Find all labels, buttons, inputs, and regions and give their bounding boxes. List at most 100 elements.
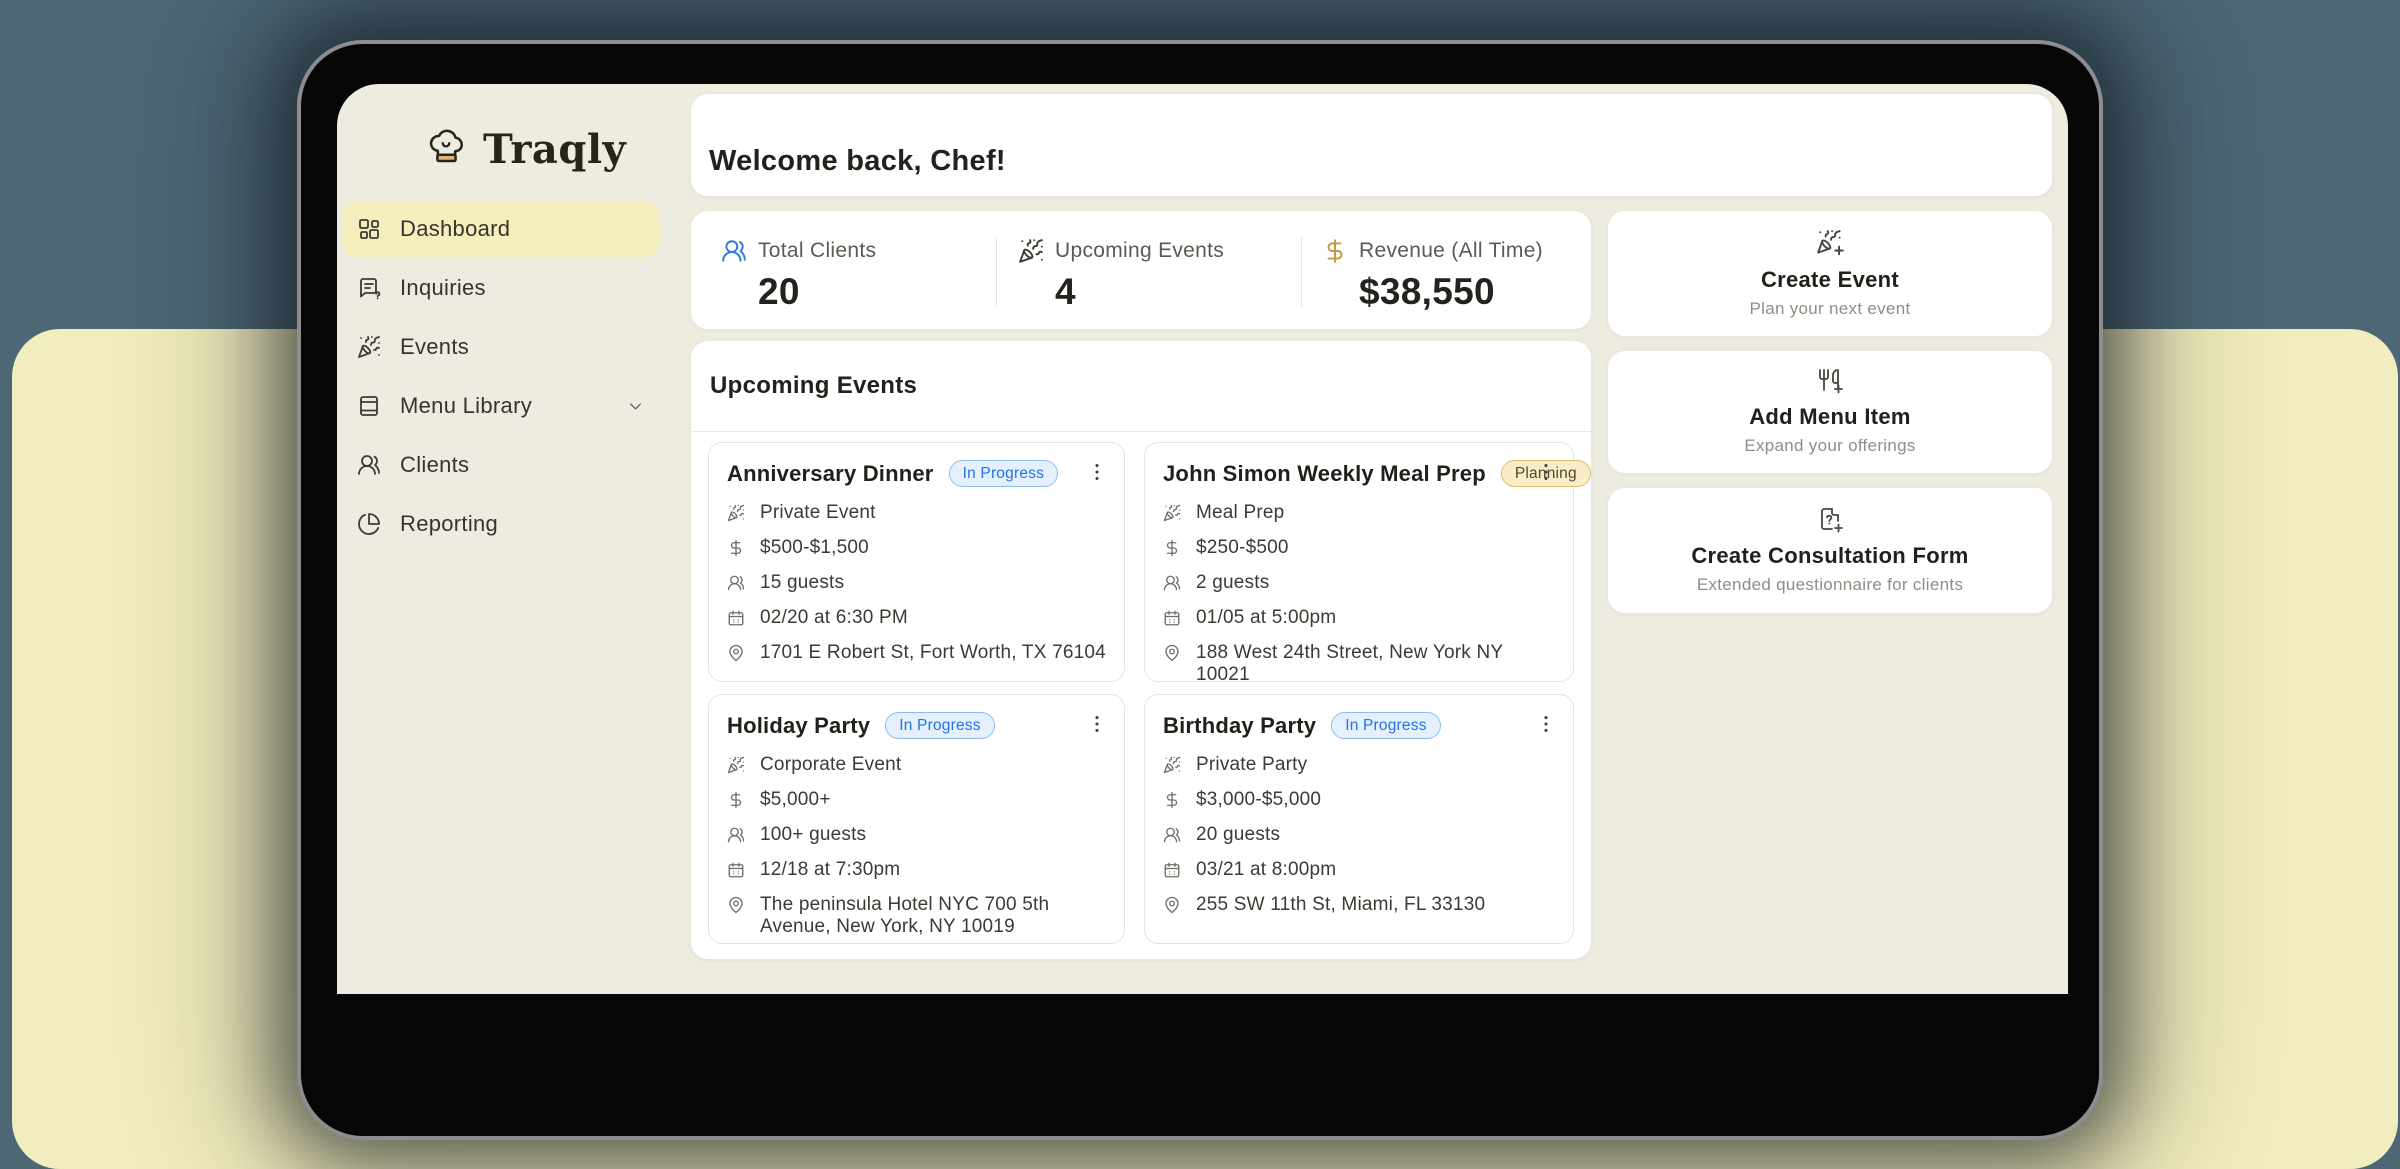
event-card: John Simon Weekly Meal Prep Planning Mea…: [1144, 442, 1574, 682]
event-datetime: 12/18 at 7:30pm: [760, 859, 900, 881]
sidebar-item-inquiries[interactable]: Inquiries: [342, 260, 660, 316]
map-pin-icon: [727, 896, 745, 914]
calendar-icon: [727, 861, 745, 879]
sidebar-item-events[interactable]: Events: [342, 319, 660, 375]
event-datetime: 03/21 at 8:00pm: [1196, 859, 1336, 881]
events-grid: Anniversary Dinner In Progress Private E…: [708, 442, 1574, 944]
quick-action-title: Create Event: [1761, 267, 1899, 293]
stat-label: Upcoming Events: [1055, 239, 1224, 263]
event-type: Meal Prep: [1196, 502, 1284, 524]
event-guests: 15 guests: [760, 572, 844, 594]
event-budget: $500-$1,500: [760, 537, 869, 559]
status-badge: In Progress: [1331, 712, 1440, 739]
welcome-card: Welcome back, Chef!: [690, 93, 2053, 197]
event-card: Birthday Party In Progress Private Party…: [1144, 694, 1574, 944]
sidebar: Traqly Dashboard Inquiries Events Menu L…: [337, 84, 690, 994]
app-screen: Traqly Dashboard Inquiries Events Menu L…: [337, 84, 2068, 994]
event-type: Private Event: [760, 502, 876, 524]
quick-action-subtitle: Expand your offerings: [1744, 436, 1915, 456]
sidebar-item-label: Menu Library: [400, 393, 532, 419]
quick-action-add-menu-item[interactable]: Add Menu Item Expand your offerings: [1607, 350, 2053, 474]
event-title: John Simon Weekly Meal Prep: [1163, 461, 1486, 487]
event-guests: 20 guests: [1196, 824, 1280, 846]
stat-label: Total Clients: [758, 239, 876, 263]
sidebar-item-menu-library[interactable]: Menu Library: [342, 378, 660, 434]
quick-action-create-event[interactable]: Create Event Plan your next event: [1607, 210, 2053, 337]
calendar-icon: [727, 609, 745, 627]
users-icon: [727, 574, 745, 592]
kebab-menu-button[interactable]: [1086, 709, 1116, 739]
sidebar-item-label: Reporting: [400, 511, 498, 537]
users-icon: [727, 826, 745, 844]
map-pin-icon: [1163, 896, 1181, 914]
file-question-plus-icon: [1817, 507, 1844, 534]
event-card: Anniversary Dinner In Progress Private E…: [708, 442, 1125, 682]
message-question-icon: [357, 276, 381, 300]
event-card: Holiday Party In Progress Corporate Even…: [708, 694, 1125, 944]
event-guests: 2 guests: [1196, 572, 1269, 594]
quick-action-title: Add Menu Item: [1749, 404, 1911, 430]
event-title: Birthday Party: [1163, 713, 1316, 739]
event-budget: $5,000+: [760, 789, 831, 811]
quick-action-create-consultation-form[interactable]: Create Consultation Form Extended questi…: [1607, 487, 2053, 614]
status-badge: In Progress: [885, 712, 994, 739]
stat-divider: [1301, 237, 1302, 307]
sidebar-item-clients[interactable]: Clients: [342, 437, 660, 493]
book-icon: [357, 394, 381, 418]
sidebar-item-label: Events: [400, 334, 469, 360]
kebab-menu-button[interactable]: [1535, 709, 1565, 739]
users-icon: [721, 238, 747, 264]
brand-name: Traqly: [483, 126, 626, 173]
users-icon: [1163, 826, 1181, 844]
quick-action-subtitle: Plan your next event: [1750, 299, 1911, 319]
sidebar-item-label: Clients: [400, 452, 469, 478]
party-popper-icon: [1163, 756, 1181, 774]
dollar-icon: [1322, 238, 1348, 264]
event-location: 1701 E Robert St, Fort Worth, TX 76104: [760, 642, 1106, 664]
layout-dashboard-icon: [357, 217, 381, 241]
sidebar-item-dashboard[interactable]: Dashboard: [342, 201, 660, 257]
utensils-plus-icon: [1817, 368, 1844, 395]
stat-value: 20: [758, 271, 876, 313]
section-header: Upcoming Events: [691, 341, 1591, 432]
status-badge: In Progress: [949, 460, 1058, 487]
event-type: Corporate Event: [760, 754, 901, 776]
party-popper-icon: [727, 504, 745, 522]
map-pin-icon: [727, 644, 745, 662]
users-icon: [357, 453, 381, 477]
users-icon: [1163, 574, 1181, 592]
dollar-icon: [727, 791, 745, 809]
dollar-icon: [1163, 539, 1181, 557]
event-datetime: 01/05 at 5:00pm: [1196, 607, 1336, 629]
sidebar-nav: Dashboard Inquiries Events Menu Library …: [342, 201, 660, 555]
kebab-menu-button[interactable]: [1535, 457, 1565, 487]
stat-upcoming-events: Upcoming Events 4: [1018, 211, 1224, 329]
sidebar-item-label: Dashboard: [400, 216, 510, 242]
upcoming-events-section: Upcoming Events Anniversary Dinner In Pr…: [690, 340, 1592, 960]
event-location: 255 SW 11th St, Miami, FL 33130: [1196, 894, 1485, 916]
party-popper-plus-icon: [1816, 229, 1845, 258]
kebab-menu-button[interactable]: [1086, 457, 1116, 487]
event-budget: $3,000-$5,000: [1196, 789, 1321, 811]
stat-value: 4: [1055, 271, 1224, 313]
party-popper-icon: [357, 335, 381, 359]
stat-value: $38,550: [1359, 271, 1543, 313]
stat-total-clients: Total Clients 20: [721, 211, 876, 329]
party-popper-icon: [1018, 238, 1044, 264]
stat-label: Revenue (All Time): [1359, 239, 1543, 263]
chef-hat-icon: [423, 127, 469, 173]
event-guests: 100+ guests: [760, 824, 866, 846]
event-datetime: 02/20 at 6:30 PM: [760, 607, 908, 629]
event-location: The peninsula Hotel NYC 700 5th Avenue, …: [760, 894, 1106, 938]
pie-chart-icon: [357, 512, 381, 536]
calendar-icon: [1163, 861, 1181, 879]
sidebar-item-label: Inquiries: [400, 275, 486, 301]
event-budget: $250-$500: [1196, 537, 1289, 559]
sidebar-item-reporting[interactable]: Reporting: [342, 496, 660, 552]
party-popper-icon: [727, 756, 745, 774]
dollar-icon: [727, 539, 745, 557]
chevron-down-icon: [626, 397, 645, 416]
app-logo: Traqly: [423, 126, 626, 173]
stats-card: Total Clients 20 Upcoming Events 4 Reven…: [690, 210, 1592, 330]
party-popper-icon: [1163, 504, 1181, 522]
